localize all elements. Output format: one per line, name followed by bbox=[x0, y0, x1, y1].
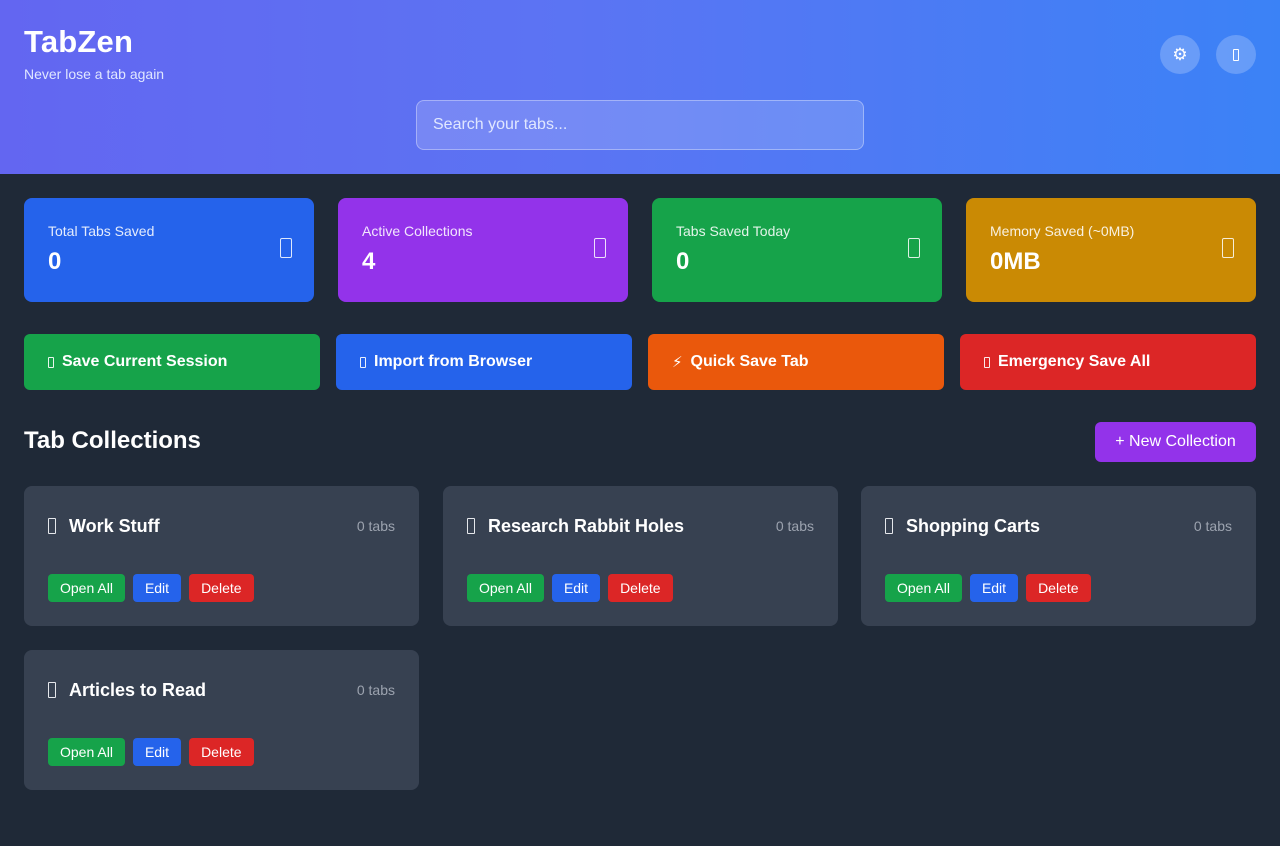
stat-card-total-tabs: Total Tabs Saved 0 bbox=[24, 198, 314, 302]
stat-label: Tabs Saved Today bbox=[676, 223, 791, 239]
collection-tab-count: 0 tabs bbox=[1193, 518, 1232, 534]
collection-card-research-rabbit-holes: Research Rabbit Holes 0 tabs Open All Ed… bbox=[443, 486, 838, 626]
import-icon bbox=[360, 356, 366, 368]
section-title: Tab Collections bbox=[24, 427, 201, 454]
user-icon bbox=[1233, 48, 1239, 61]
delete-button[interactable]: Delete bbox=[1026, 574, 1091, 602]
tab-icon bbox=[280, 238, 292, 258]
open-all-button[interactable]: Open All bbox=[48, 738, 125, 766]
stat-card-active-collections: Active Collections 4 bbox=[338, 198, 628, 302]
button-label: Emergency Save All bbox=[998, 353, 1151, 370]
app-title: TabZen bbox=[24, 24, 134, 59]
open-all-button[interactable]: Open All bbox=[467, 574, 544, 602]
app-header: TabZen Never lose a tab again ⚙ bbox=[0, 0, 1280, 174]
edit-button[interactable]: Edit bbox=[551, 574, 601, 602]
settings-button[interactable]: ⚙ bbox=[1160, 35, 1200, 74]
stat-card-memory-saved: Memory Saved (~0MB) 0MB bbox=[966, 198, 1256, 302]
new-collection-button[interactable]: + New Collection bbox=[1095, 422, 1256, 462]
stat-card-tabs-today: Tabs Saved Today 0 bbox=[652, 198, 942, 302]
collection-name: Work Stuff bbox=[69, 516, 160, 536]
open-all-button[interactable]: Open All bbox=[885, 574, 962, 602]
folder-icon bbox=[885, 518, 893, 534]
button-label: Save Current Session bbox=[62, 353, 228, 370]
collection-name: Articles to Read bbox=[69, 680, 207, 700]
stat-label: Memory Saved (~0MB) bbox=[990, 223, 1135, 239]
collection-name: Shopping Carts bbox=[906, 516, 1040, 536]
stat-value: 4 bbox=[362, 248, 376, 275]
collection-name: Research Rabbit Holes bbox=[488, 516, 685, 536]
app-subtitle: Never lose a tab again bbox=[24, 66, 165, 82]
collection-card-work-stuff: Work Stuff 0 tabs Open All Edit Delete bbox=[24, 486, 419, 626]
emergency-save-all-button[interactable]: Emergency Save All bbox=[960, 334, 1256, 390]
memory-icon bbox=[1222, 238, 1234, 258]
folder-icon bbox=[467, 518, 475, 534]
collection-tab-count: 0 tabs bbox=[356, 682, 395, 698]
stat-label: Total Tabs Saved bbox=[48, 223, 155, 239]
edit-button[interactable]: Edit bbox=[132, 738, 182, 766]
folder-icon bbox=[48, 518, 56, 534]
profile-button[interactable] bbox=[1216, 35, 1256, 74]
quick-save-tab-button[interactable]: ⚡ Quick Save Tab bbox=[648, 334, 944, 390]
edit-button[interactable]: Edit bbox=[969, 574, 1019, 602]
calendar-icon bbox=[908, 238, 920, 258]
collection-tab-count: 0 tabs bbox=[356, 518, 395, 534]
delete-button[interactable]: Delete bbox=[189, 738, 254, 766]
folder-icon bbox=[594, 238, 606, 258]
lightning-icon: ⚡ bbox=[672, 354, 683, 371]
collection-tab-count: 0 tabs bbox=[775, 518, 814, 534]
button-label: Quick Save Tab bbox=[690, 353, 809, 370]
open-all-button[interactable]: Open All bbox=[48, 574, 125, 602]
stat-value: 0 bbox=[48, 248, 62, 275]
stat-value: 0 bbox=[676, 248, 690, 275]
save-current-session-button[interactable]: Save Current Session bbox=[24, 334, 320, 390]
delete-button[interactable]: Delete bbox=[608, 574, 673, 602]
stat-value: 0MB bbox=[990, 248, 1041, 275]
search-input[interactable] bbox=[416, 100, 864, 150]
edit-button[interactable]: Edit bbox=[132, 574, 182, 602]
stat-label: Active Collections bbox=[362, 223, 473, 239]
gear-icon: ⚙ bbox=[1172, 44, 1188, 64]
collection-card-articles-to-read: Articles to Read 0 tabs Open All Edit De… bbox=[24, 650, 419, 790]
delete-button[interactable]: Delete bbox=[189, 574, 254, 602]
alert-icon bbox=[984, 356, 990, 368]
button-label: Import from Browser bbox=[374, 353, 533, 370]
collection-card-shopping-carts: Shopping Carts 0 tabs Open All Edit Dele… bbox=[861, 486, 1256, 626]
import-from-browser-button[interactable]: Import from Browser bbox=[336, 334, 632, 390]
save-icon bbox=[48, 356, 54, 368]
folder-icon bbox=[48, 682, 56, 698]
